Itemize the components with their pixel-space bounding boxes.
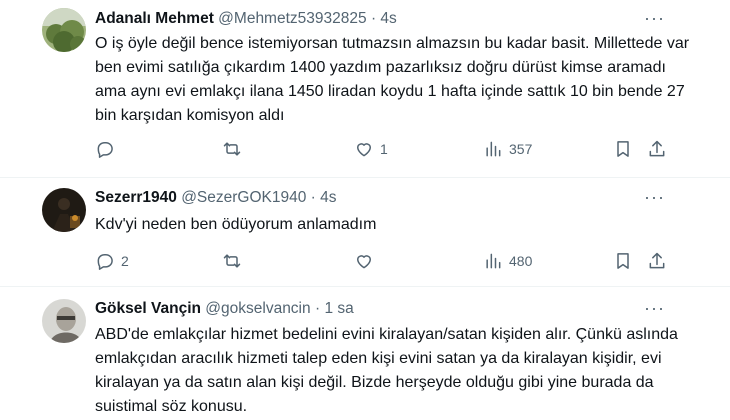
author-handle[interactable]: @SezerGOK1940 — [181, 189, 306, 206]
more-options-icon[interactable]: ··· — [644, 9, 664, 33]
avatar-image — [42, 8, 86, 52]
view-count: 480 — [509, 253, 533, 269]
tweet-actions: 1 357 — [95, 137, 675, 161]
author-name[interactable]: Sezerr1940 — [95, 189, 177, 206]
like-button[interactable] — [354, 249, 380, 273]
views-button[interactable]: 480 — [483, 249, 532, 273]
author-name[interactable]: Adanalı Mehmet — [95, 10, 214, 27]
reply-button[interactable] — [95, 137, 121, 161]
timestamp[interactable]: 4s — [320, 189, 336, 206]
tweet-3[interactable]: Göksel Vançin @gokselvancin · 1 sa ··· A… — [0, 287, 730, 420]
tweet-text: ABD'de emlakçılar hizmet bedelini evini … — [95, 326, 678, 415]
avatar[interactable] — [42, 188, 86, 232]
like-button[interactable]: 1 — [354, 137, 388, 161]
heart-icon — [357, 143, 371, 157]
timestamp[interactable]: 4s — [380, 10, 396, 27]
more-options-icon[interactable]: ··· — [644, 299, 664, 323]
reply-button[interactable]: 2 — [95, 249, 129, 273]
reply-count: 2 — [121, 253, 129, 269]
heart-icon — [357, 255, 371, 269]
bookmark-icon — [617, 253, 629, 269]
avatar-image — [42, 299, 86, 343]
separator-dot: · — [314, 300, 321, 317]
tweet-header: Sezerr1940 @SezerGOK1940 · 4s — [95, 188, 337, 208]
author-handle[interactable]: @Mehmetz53932825 — [218, 10, 366, 27]
share-icon — [649, 252, 665, 269]
view-count: 357 — [509, 141, 533, 157]
timestamp[interactable]: 1 sa — [324, 300, 353, 317]
share-icon — [649, 140, 665, 157]
tweet-2[interactable]: Sezerr1940 @SezerGOK1940 · 4s ··· Kdv'yi… — [0, 178, 730, 286]
tweet-text: Kdv'yi neden ben ödüyorum anlamadım — [95, 216, 377, 233]
retweet-button[interactable] — [222, 249, 248, 273]
tweet-actions: 2 480 — [95, 249, 675, 273]
avatar[interactable] — [42, 299, 86, 343]
more-options-icon[interactable]: ··· — [644, 188, 664, 212]
views-button[interactable]: 357 — [483, 137, 532, 161]
retweet-icon — [223, 254, 241, 268]
bookmark-icon — [617, 141, 629, 157]
retweet-button[interactable] — [222, 137, 248, 161]
tweet-1[interactable]: Adanalı Mehmet @Mehmetz53932825 · 4s ···… — [0, 0, 730, 180]
bookmark-button[interactable] — [613, 249, 633, 273]
separator-dot: · — [310, 189, 316, 206]
author-handle[interactable]: @gokselvancin — [205, 300, 310, 317]
share-button[interactable] — [647, 249, 667, 273]
views-chart-icon — [486, 253, 501, 269]
tweet-header: Adanalı Mehmet @Mehmetz53932825 · 4s — [95, 9, 397, 29]
tweet-header: Göksel Vançin @gokselvancin · 1 sa — [95, 299, 354, 319]
views-chart-icon — [486, 141, 501, 157]
separator-dot: · — [370, 10, 377, 27]
reply-icon — [97, 254, 113, 270]
tweet-text: O iş öyle değil bence istemiyorsan tutma… — [95, 35, 690, 124]
retweet-icon — [223, 142, 241, 156]
avatar[interactable] — [42, 8, 86, 52]
avatar-image — [42, 188, 86, 232]
reply-icon — [97, 142, 113, 158]
like-count: 1 — [380, 141, 388, 157]
share-button[interactable] — [647, 137, 667, 161]
bookmark-button[interactable] — [613, 137, 633, 161]
author-name[interactable]: Göksel Vançin — [95, 300, 201, 317]
